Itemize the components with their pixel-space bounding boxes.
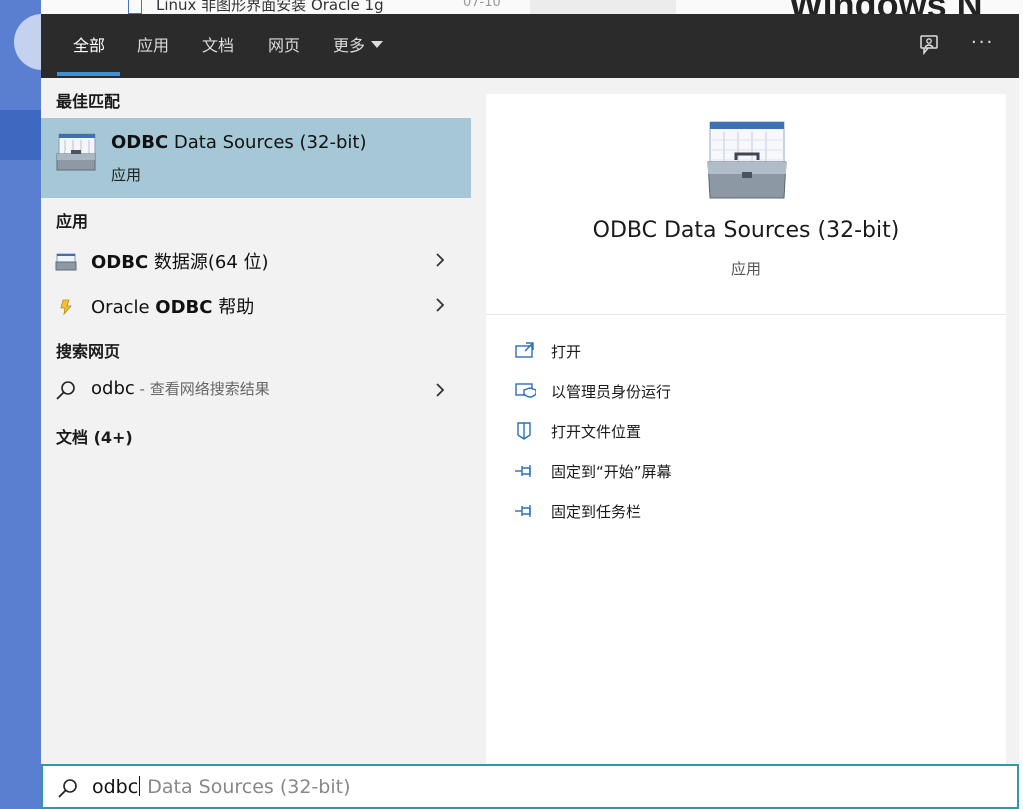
web-search-label: odbc - 查看网络搜索结果 bbox=[91, 378, 270, 399]
more-options-icon[interactable]: ··· bbox=[971, 32, 994, 53]
action-pin-to-taskbar[interactable]: 固定到任务栏 bbox=[514, 497, 974, 525]
web-search-heading: 搜索网页 bbox=[56, 342, 121, 361]
help-file-icon bbox=[60, 299, 72, 316]
app-result-bold: ODBC bbox=[91, 252, 149, 273]
search-autocomplete-hint: Data Sources (32-bit) bbox=[141, 776, 351, 798]
tab-all[interactable]: 全部 bbox=[73, 34, 105, 58]
app-result-odbc-64[interactable]: ODBC 数据源(64 位) bbox=[41, 238, 471, 282]
detail-app-kind: 应用 bbox=[730, 260, 761, 278]
search-panel: 全部 应用 文档 网页 更多 ··· 最佳匹配 ODBC Data Source… bbox=[41, 14, 1019, 809]
filter-tabs-bar: 全部 应用 文档 网页 更多 ··· bbox=[41, 14, 1019, 78]
tab-web[interactable]: 网页 bbox=[268, 34, 300, 58]
web-search-hint: - 查看网络搜索结果 bbox=[134, 380, 270, 398]
background-doc-title: Linux 非图形界面安装 Oracle 1g bbox=[156, 0, 384, 14]
action-pin-to-start-label: 固定到“开始”屏幕 bbox=[551, 463, 672, 481]
action-pin-to-start[interactable]: 固定到“开始”屏幕 bbox=[514, 457, 974, 485]
feedback-icon[interactable] bbox=[918, 34, 940, 56]
apps-heading: 应用 bbox=[56, 212, 89, 231]
chevron-right-icon[interactable] bbox=[435, 252, 445, 268]
tab-documents[interactable]: 文档 bbox=[202, 34, 234, 58]
background-app-header: Linux 非图形界面安装 Oracle 1g 07-10 Windows N bbox=[41, 0, 1023, 14]
chevron-right-icon[interactable] bbox=[435, 382, 445, 398]
documents-heading[interactable]: 文档 (4+) bbox=[56, 424, 133, 448]
app-result-oracle-help-label: Oracle ODBC 帮助 bbox=[91, 293, 254, 319]
active-tab-indicator bbox=[57, 72, 120, 76]
best-match-title-bold: ODBC bbox=[111, 132, 169, 153]
best-match-item[interactable]: ODBC Data Sources (32-bit) 应用 bbox=[41, 118, 471, 198]
app-result-oracle-odbc-help[interactable]: Oracle ODBC 帮助 bbox=[41, 283, 471, 327]
run-as-admin-icon bbox=[515, 383, 536, 398]
tab-more-label: 更多 bbox=[333, 36, 366, 55]
action-open-label: 打开 bbox=[551, 343, 582, 361]
results-list: 最佳匹配 ODBC Data Sources (32-bit) 应用 应用 OD… bbox=[41, 78, 471, 768]
chevron-right-icon[interactable] bbox=[435, 297, 445, 313]
action-pin-to-taskbar-label: 固定到任务栏 bbox=[551, 503, 642, 521]
search-box[interactable]: odbc Data Sources (32-bit) bbox=[41, 764, 1019, 809]
file-location-icon bbox=[517, 422, 531, 440]
best-match-title: ODBC Data Sources (32-bit) bbox=[111, 132, 366, 153]
best-match-subtitle: 应用 bbox=[111, 166, 142, 184]
action-open[interactable]: 打开 bbox=[514, 337, 974, 365]
odbc-64-icon bbox=[55, 253, 77, 271]
tab-more[interactable]: 更多 bbox=[333, 34, 384, 58]
background-doc-date: 07-10 bbox=[463, 0, 501, 10]
pin-start-icon bbox=[515, 465, 531, 477]
tab-apps[interactable]: 应用 bbox=[137, 34, 169, 58]
pin-taskbar-icon bbox=[515, 505, 531, 517]
search-input[interactable]: odbc Data Sources (32-bit) bbox=[92, 776, 351, 798]
odbc-toolbox-icon bbox=[56, 133, 96, 171]
app-result-prefix: Oracle bbox=[91, 297, 156, 318]
action-open-file-location[interactable]: 打开文件位置 bbox=[514, 417, 974, 445]
search-icon bbox=[56, 381, 75, 400]
background-page-title: Windows N bbox=[789, 0, 983, 14]
background-selected-item bbox=[0, 110, 41, 160]
detail-pane: ODBC Data Sources (32-bit) 应用 打开 以管理员身份运… bbox=[486, 94, 1006, 769]
caret-down-icon bbox=[371, 41, 384, 48]
background-gray-block bbox=[530, 0, 676, 14]
app-result-rest: 数据源(64 位) bbox=[148, 252, 269, 273]
open-icon bbox=[515, 342, 534, 358]
web-search-query: odbc bbox=[91, 378, 135, 399]
detail-app-name: ODBC Data Sources (32-bit) bbox=[592, 218, 900, 243]
background-doc-icon bbox=[128, 0, 142, 14]
app-result-bold: ODBC bbox=[155, 297, 213, 318]
odbc-toolbox-icon bbox=[707, 121, 787, 199]
search-typed-text: odbc bbox=[92, 776, 139, 798]
best-match-title-rest: Data Sources (32-bit) bbox=[168, 132, 367, 153]
background-edge bbox=[1019, 14, 1023, 809]
web-search-result[interactable]: odbc - 查看网络搜索结果 bbox=[41, 368, 471, 412]
best-match-heading: 最佳匹配 bbox=[56, 92, 121, 111]
detail-divider bbox=[486, 314, 1006, 315]
action-run-as-admin[interactable]: 以管理员身份运行 bbox=[514, 377, 974, 405]
search-icon bbox=[58, 779, 77, 798]
app-result-odbc-64-label: ODBC 数据源(64 位) bbox=[91, 248, 269, 274]
background-app-sidebar bbox=[0, 0, 70, 809]
app-result-rest: 帮助 bbox=[212, 297, 255, 318]
action-open-file-location-label: 打开文件位置 bbox=[551, 423, 642, 441]
action-run-as-admin-label: 以管理员身份运行 bbox=[551, 383, 672, 401]
